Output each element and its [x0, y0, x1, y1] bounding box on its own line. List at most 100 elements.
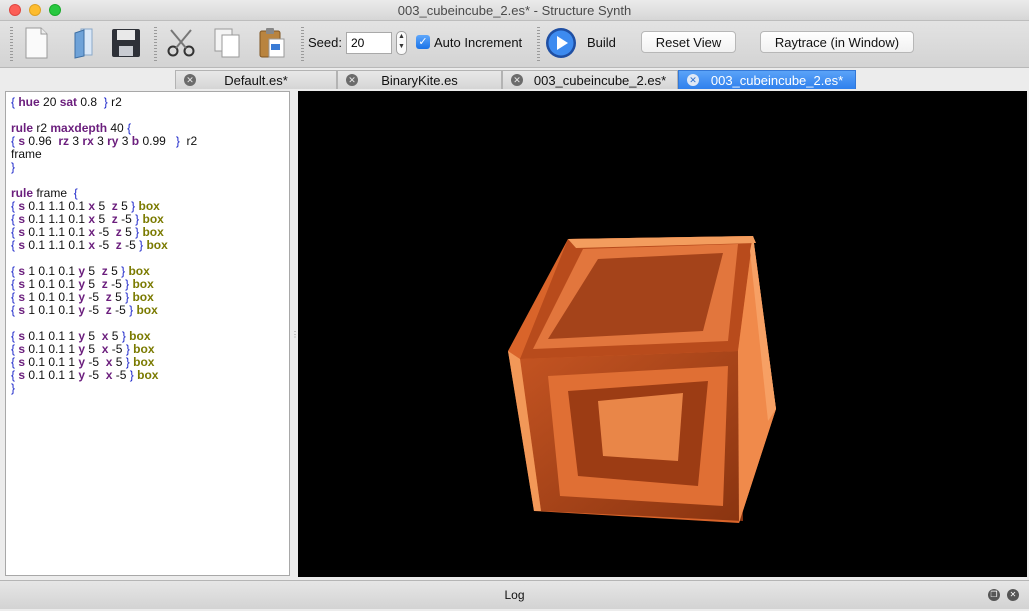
play-icon	[546, 28, 576, 58]
copy-icon	[214, 28, 240, 58]
code-line[interactable]: { s 1 0.1 0.1 y -5 z -5 } box	[11, 304, 289, 317]
code-token: 40	[107, 121, 128, 135]
code-token: -5	[117, 212, 136, 226]
code-token: 5	[121, 225, 136, 239]
code-token: 5	[112, 355, 126, 369]
code-line[interactable]: { hue 20 sat 0.8 } r2	[11, 96, 289, 109]
code-token: 5	[85, 342, 102, 356]
code-token: 5	[95, 199, 112, 213]
close-tab-icon[interactable]: ✕	[511, 74, 523, 86]
auto-increment-checkbox[interactable]: ✓	[416, 35, 430, 49]
code-token: 5	[111, 290, 126, 304]
code-token: box	[143, 238, 168, 252]
splitter-handle[interactable]: ⋮	[291, 330, 299, 340]
toolbar-grip-2[interactable]	[154, 27, 157, 61]
code-token: 5	[107, 264, 122, 278]
code-token: 20	[39, 95, 60, 109]
tab-bar: ✕ Default.es* ✕ BinaryKite.es ✕ 003_cube…	[0, 68, 1029, 90]
code-token: 0.96	[25, 134, 59, 148]
code-token: 3	[93, 134, 108, 148]
new-document-icon	[25, 27, 48, 59]
code-token: 5	[117, 199, 132, 213]
tab-label: BinaryKite.es	[381, 73, 458, 88]
toolbar: Seed: 20 ▲ ▼ ✓ Auto Increment Build Reset…	[0, 21, 1029, 68]
copy-button[interactable]	[208, 23, 248, 63]
seed-input[interactable]: 20	[346, 32, 392, 54]
code-token: 1 0.1 0.1	[25, 277, 79, 291]
toolbar-grip-4[interactable]	[537, 27, 540, 61]
code-token: 0.8	[77, 95, 104, 109]
code-token: box	[129, 355, 155, 369]
raytrace-button[interactable]: Raytrace (in Window)	[760, 31, 914, 53]
code-token: -5	[85, 303, 106, 317]
close-tab-icon[interactable]: ✕	[687, 74, 699, 86]
3d-viewport[interactable]	[298, 91, 1027, 577]
code-token: 3	[118, 134, 132, 148]
open-file-button[interactable]	[64, 23, 104, 63]
code-token: -5	[85, 290, 106, 304]
open-file-icon	[74, 28, 93, 59]
code-token: frame	[11, 147, 42, 161]
tab-cubeincube-active[interactable]: ✕ 003_cubeincube_2.es*	[678, 70, 856, 89]
seed-stepper[interactable]: ▲ ▼	[396, 31, 407, 55]
cube-render	[508, 236, 776, 523]
code-token: 0.1 0.1 1	[25, 355, 79, 369]
paste-button[interactable]	[252, 23, 292, 63]
code-token: 5	[108, 329, 122, 343]
code-token: }	[11, 381, 16, 395]
code-line[interactable]: { s 0.1 0.1 1 y -5 x -5 } box	[11, 369, 289, 382]
tab-default[interactable]: ✕ Default.es*	[175, 70, 337, 89]
tab-cubeincube[interactable]: ✕ 003_cubeincube_2.es*	[502, 70, 678, 89]
toolbar-grip[interactable]	[10, 27, 13, 61]
log-panel-header: Log ❐ ✕	[0, 580, 1029, 609]
tab-binarykite[interactable]: ✕ BinaryKite.es	[337, 70, 502, 89]
code-token: -5	[107, 277, 126, 291]
code-token: 3	[69, 134, 83, 148]
float-dock-icon[interactable]: ❐	[988, 589, 1000, 601]
auto-increment-label: Auto Increment	[434, 35, 523, 50]
code-token: 0.1 0.1 1	[25, 329, 79, 343]
code-line[interactable]: { s 0.1 1.1 0.1 x -5 z -5 } box	[11, 239, 289, 252]
code-token: box	[139, 225, 164, 239]
code-token: -5	[112, 368, 130, 382]
cut-button[interactable]	[161, 23, 201, 63]
title-bar: 003_cubeincube_2.es* - Structure Synth	[0, 0, 1029, 21]
code-token: 5	[85, 264, 102, 278]
code-token: box	[125, 329, 151, 343]
code-token: r2	[179, 134, 198, 148]
code-token: 0.1 1.1 0.1	[25, 238, 89, 252]
code-token: 0.1 0.1 1	[25, 368, 79, 382]
close-icon[interactable]: ✕	[1007, 589, 1019, 601]
code-line[interactable]: }	[11, 382, 289, 395]
code-token: frame	[33, 186, 74, 200]
paste-clipboard-icon	[259, 28, 285, 58]
code-token: r2	[107, 95, 122, 109]
code-line[interactable]: }	[11, 161, 289, 174]
code-line[interactable]: frame	[11, 148, 289, 161]
code-token: 0.1 1.1 0.1	[25, 225, 89, 239]
code-token: 1 0.1 0.1	[25, 264, 79, 278]
new-file-button[interactable]	[16, 23, 56, 63]
code-token: box	[133, 368, 159, 382]
code-token: 1 0.1 0.1	[25, 290, 79, 304]
code-token: box	[129, 290, 154, 304]
tab-label: 003_cubeincube_2.es*	[533, 73, 667, 88]
tab-label: 003_cubeincube_2.es*	[710, 73, 844, 88]
code-token: -5	[85, 355, 106, 369]
code-token: box	[133, 303, 158, 317]
toolbar-grip-3[interactable]	[301, 27, 304, 61]
code-line[interactable]: { s 0.96 rz 3 rx 3 ry 3 b 0.99 } r2	[11, 135, 289, 148]
code-token: box	[129, 277, 154, 291]
reset-view-button[interactable]: Reset View	[641, 31, 736, 53]
code-token: rule	[11, 121, 34, 135]
save-file-button[interactable]	[106, 23, 146, 63]
build-button[interactable]	[543, 25, 579, 61]
code-editor[interactable]: { hue 20 sat 0.8 } r2 rule r2 maxdepth 40…	[5, 91, 290, 576]
code-token: 0.1 1.1 0.1	[25, 199, 89, 213]
build-label[interactable]: Build	[587, 35, 616, 50]
scissors-icon	[167, 29, 195, 57]
code-token: }	[11, 160, 16, 174]
code-token: -5	[95, 238, 116, 252]
code-token: box	[135, 199, 160, 213]
seed-label: Seed:	[308, 35, 342, 50]
